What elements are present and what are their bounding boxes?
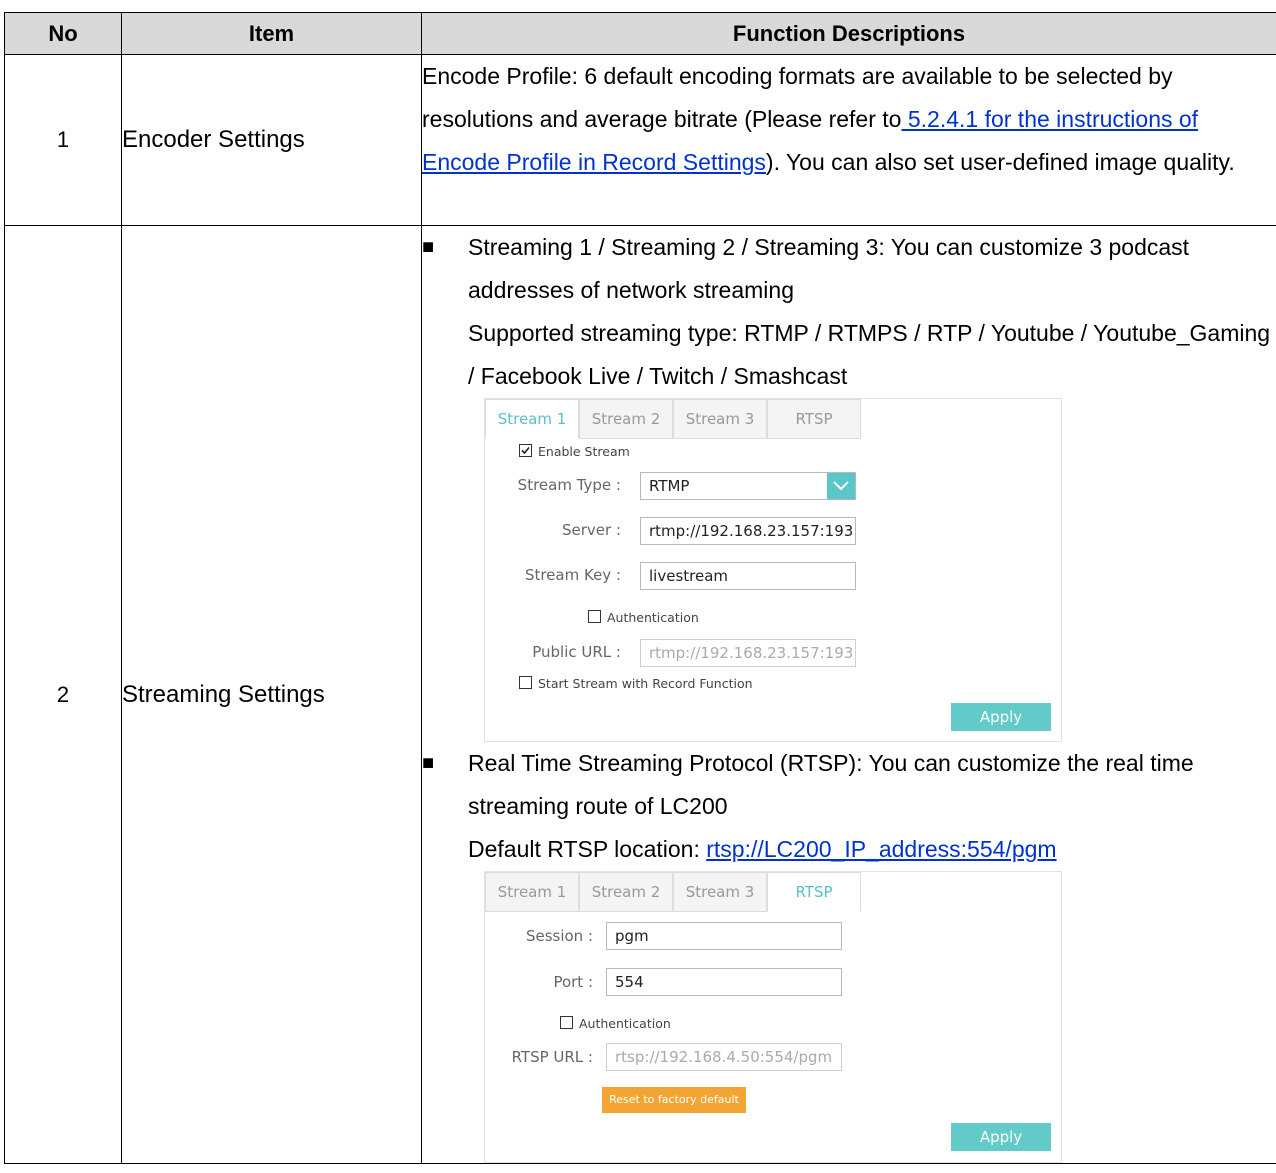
rtsp-default-location: Default RTSP location: rtsp://LC200_IP_a…: [468, 828, 1276, 871]
port-input[interactable]: 554: [606, 968, 842, 996]
table-row: 2 Streaming Settings ■ Streaming 1 / Str…: [4, 225, 1276, 1164]
authentication-label: Authentication: [579, 1016, 671, 1031]
streaming-types: Supported streaming type: RTMP / RTMPS /…: [468, 320, 1271, 389]
start-with-record-row[interactable]: Start Stream with Record Function: [519, 676, 753, 691]
stream-type-value: RTMP: [649, 477, 690, 495]
row-item: Encoder Settings: [121, 54, 422, 226]
bullet-icon: ■: [422, 236, 435, 258]
rtsp-url-input[interactable]: rtsp://192.168.4.50:554/pgm: [606, 1043, 842, 1071]
authentication-checkbox[interactable]: [588, 610, 601, 623]
session-label: Session :: [525, 927, 593, 945]
header-no: No: [4, 12, 122, 55]
tab-stream-1[interactable]: Stream 1: [485, 872, 579, 912]
enable-stream-row[interactable]: Enable Stream: [519, 444, 630, 459]
tab-stream-1[interactable]: Stream 1: [485, 399, 579, 439]
rtsp-location-label: Default RTSP location:: [468, 836, 707, 862]
rtsp-desc: Real Time Streaming Protocol (RTSP): You…: [468, 750, 1194, 819]
stream-type-select[interactable]: RTMP: [640, 472, 856, 500]
authentication-row[interactable]: Authentication: [588, 610, 699, 625]
chevron-down-icon[interactable]: [827, 473, 855, 499]
bullet-streaming: ■ Streaming 1 / Streaming 2 / Streaming …: [422, 226, 1276, 398]
tab-stream-3[interactable]: Stream 3: [673, 872, 767, 912]
tab-rtsp[interactable]: RTSP: [767, 872, 861, 912]
bullet-rtsp: ■ Real Time Streaming Protocol (RTSP): Y…: [422, 742, 1276, 871]
tab-stream-2[interactable]: Stream 2: [579, 872, 673, 912]
start-with-record-checkbox[interactable]: [519, 676, 532, 689]
rtsp-url-label: RTSP URL :: [511, 1048, 593, 1066]
stream-settings-panel: Stream 1 Stream 2 Stream 3 RTSP Enable S…: [484, 398, 1062, 742]
stream-tabs: Stream 1 Stream 2 Stream 3 RTSP: [485, 399, 1061, 439]
authentication-label: Authentication: [607, 610, 699, 625]
function-table: No Item Function Descriptions 1 Encoder …: [4, 12, 1276, 1164]
row-number: 1: [4, 54, 122, 226]
row-item: Streaming Settings: [121, 225, 422, 1164]
server-input[interactable]: rtmp://192.168.23.157:193: [640, 517, 856, 545]
row-number: 2: [4, 225, 122, 1164]
port-label: Port :: [553, 973, 593, 991]
row-description: ■ Streaming 1 / Streaming 2 / Streaming …: [421, 225, 1276, 1164]
stream-type-label: Stream Type :: [517, 476, 621, 494]
session-input[interactable]: pgm: [606, 922, 842, 950]
header-row: No Item Function Descriptions: [4, 12, 1276, 55]
header-item: Item: [121, 12, 422, 55]
tab-stream-3[interactable]: Stream 3: [673, 399, 767, 439]
apply-button[interactable]: Apply: [951, 703, 1051, 731]
public-url-input[interactable]: rtmp://192.168.23.157:193: [640, 639, 856, 667]
rtsp-settings-panel: Stream 1 Stream 2 Stream 3 RTSP Session …: [484, 871, 1062, 1163]
stream-key-label: Stream Key :: [524, 566, 621, 584]
authentication-checkbox[interactable]: [560, 1016, 573, 1029]
tab-stream-2[interactable]: Stream 2: [579, 399, 673, 439]
table-row: 1 Encoder Settings Encode Profile: 6 def…: [4, 54, 1276, 226]
public-url-label: Public URL :: [532, 643, 621, 661]
stream-tabs: Stream 1 Stream 2 Stream 3 RTSP: [485, 872, 1061, 912]
header-function-descriptions: Function Descriptions: [421, 12, 1276, 55]
apply-button[interactable]: Apply: [951, 1123, 1051, 1151]
server-label: Server :: [561, 521, 621, 539]
enable-stream-label: Enable Stream: [538, 444, 630, 459]
authentication-row[interactable]: Authentication: [560, 1016, 671, 1031]
start-with-record-label: Start Stream with Record Function: [538, 676, 753, 691]
rtsp-location-link[interactable]: rtsp://LC200_IP_address:554/pgm: [706, 836, 1056, 862]
row-description: Encode Profile: 6 default encoding forma…: [421, 54, 1276, 226]
bullet-icon: ■: [422, 752, 435, 774]
encoder-desc-text-b: ). You can also set user-defined image q…: [765, 149, 1235, 175]
tab-rtsp[interactable]: RTSP: [767, 399, 861, 439]
streaming-desc: Streaming 1 / Streaming 2 / Streaming 3:…: [468, 234, 1190, 303]
reset-to-factory-default-button[interactable]: Reset to factory default: [602, 1087, 746, 1113]
stream-key-input[interactable]: livestream: [640, 562, 856, 590]
enable-stream-checkbox[interactable]: [519, 444, 532, 457]
